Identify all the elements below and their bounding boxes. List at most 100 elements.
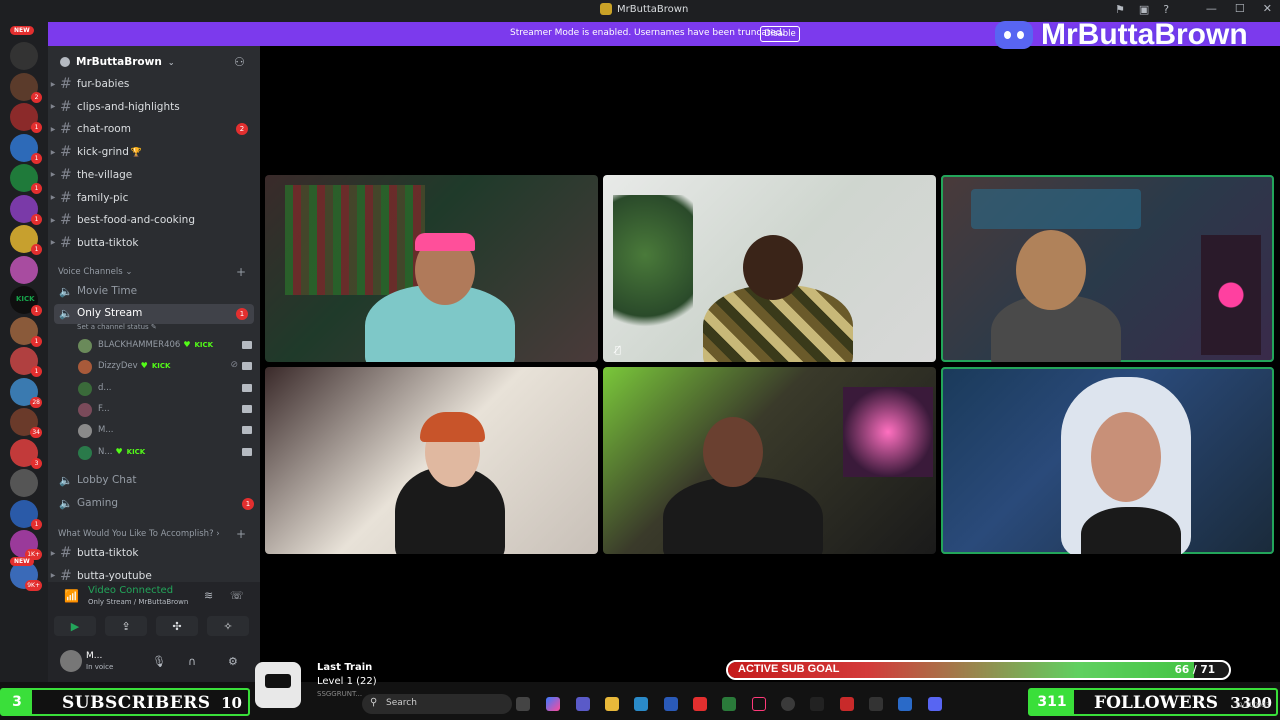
avatar [78, 445, 92, 460]
server-icon-1[interactable]: 2 [10, 72, 42, 103]
tiktok-icon[interactable] [752, 697, 766, 711]
video-tile-6[interactable] [941, 367, 1274, 554]
server-icon-11[interactable]: 28 [10, 377, 42, 408]
server-icon-5[interactable]: 1 [10, 194, 42, 225]
capcut-icon[interactable] [869, 697, 883, 711]
chevron-right-icon: ▶ [50, 80, 56, 88]
add-channel-icon[interactable]: + [236, 527, 246, 541]
add-channel-icon[interactable]: + [236, 265, 246, 279]
video-tile-4[interactable] [265, 367, 598, 554]
server-icon-8[interactable]: KICK 1 [10, 286, 42, 316]
channel-item[interactable]: ▶ # family-pic [48, 188, 260, 208]
app-logo-icon [600, 3, 612, 15]
voice-user[interactable]: BLACKHAMMER406 ♥ KICK [76, 336, 256, 356]
file-explorer-icon[interactable] [605, 697, 619, 711]
minimize-icon[interactable]: — [1206, 2, 1217, 15]
server-icon-4[interactable]: 1 [10, 164, 42, 194]
channel-item[interactable]: ▶ # chat-room 2 [48, 119, 260, 139]
headphones-icon[interactable]: ∩ [188, 655, 196, 668]
noise-suppression-icon[interactable]: ≋ [204, 589, 213, 602]
camera-button[interactable]: ▶ [54, 616, 96, 636]
channel-name: fur-babies [77, 78, 130, 90]
add-member-icon[interactable]: ⚇ [234, 56, 246, 68]
server-badge: 1 [31, 183, 42, 194]
server-icon-9[interactable]: 1 [10, 316, 42, 347]
voice-status-title[interactable]: Video Connected [88, 585, 173, 596]
voice-user[interactable]: N... ♥ KICK [76, 443, 256, 463]
channel-item[interactable]: ▶ # best-food-and-cooking [48, 210, 260, 230]
help-icon[interactable]: ? [1163, 3, 1169, 16]
kick-badge: KICK [151, 362, 171, 371]
server-icon-0[interactable] [10, 42, 38, 70]
train-user: SSGGRUNT... [317, 690, 363, 698]
server-icon-15[interactable]: 1 [10, 499, 42, 530]
voice-channel-movie-time[interactable]: 🔈 Movie Time [48, 282, 260, 302]
app-icon[interactable] [810, 697, 824, 711]
category-accomplish[interactable]: What Would You Like To Accomplish? › + [58, 527, 258, 541]
channel-item[interactable]: ▶ # clips-and-highlights [48, 97, 260, 117]
server-icon-6[interactable]: 1 [10, 225, 42, 255]
disable-button[interactable]: Disable [760, 26, 800, 42]
server-badge: 9K+ [25, 579, 42, 591]
store-icon[interactable] [664, 697, 678, 711]
discord-taskbar-icon[interactable] [928, 697, 942, 711]
server-icon-2[interactable]: 1 [10, 103, 42, 133]
server-icon-3[interactable]: 1 [10, 133, 42, 164]
video-tile-2[interactable]: 🎙̸ [603, 175, 936, 362]
screen-share-button[interactable]: ⇪ [105, 616, 147, 636]
voice-channel-lobby-chat[interactable]: 🔈 Lobby Chat [48, 471, 260, 491]
channel-item[interactable]: ▶ # butta-tiktok [48, 233, 260, 253]
server-icon-16[interactable]: 1K+ [10, 530, 42, 560]
voice-channel-only-stream[interactable]: 🔈 Only Stream 1 [54, 304, 254, 324]
avatar [78, 339, 92, 353]
microphone-icon[interactable]: 🎙 [152, 655, 166, 668]
server-icon-10[interactable]: 1 [10, 347, 42, 377]
voice-channel-gaming[interactable]: 🔈 Gaming 1 [48, 494, 260, 514]
voice-user[interactable]: DizzyDev ♥ KICK ⊘ [76, 357, 256, 377]
voice-user-name: BLACKHAMMER406 ♥ KICK [98, 340, 214, 350]
video-tile-1[interactable] [265, 175, 598, 362]
youtube-icon[interactable] [693, 697, 707, 711]
voice-user[interactable]: d... [76, 379, 256, 399]
voice-user[interactable]: F... [76, 400, 256, 420]
teams-icon[interactable] [576, 697, 590, 711]
voice-category[interactable]: Voice Channels ⌄ + [58, 265, 258, 279]
channel-item[interactable]: ▶ # butta-tiktok [48, 543, 260, 563]
taskbar-search[interactable]: ⚲ Search [362, 694, 512, 714]
channel-item[interactable]: ▶ # the-village [48, 165, 260, 185]
participant-hat [415, 233, 475, 251]
avatar[interactable] [60, 650, 82, 672]
window-controls: — ☐ ✕ [1206, 2, 1272, 15]
server-icon-14[interactable] [10, 469, 38, 497]
heart-icon: ♥ [140, 361, 148, 371]
channel-item[interactable]: ▶ # kick-grind 🏆 [48, 142, 260, 162]
copilot-icon[interactable] [546, 697, 560, 711]
video-tile-5[interactable] [603, 367, 936, 554]
voice-user[interactable]: M... [76, 421, 256, 441]
category-label: Voice Channels ⌄ [58, 267, 133, 277]
close-icon[interactable]: ✕ [1263, 2, 1272, 15]
excel-icon[interactable] [722, 697, 736, 711]
server-icon-7[interactable] [10, 255, 38, 284]
channel-item[interactable]: ▶ # fur-babies [48, 74, 260, 94]
streamlabs-icon[interactable] [840, 697, 854, 711]
soundboard-button[interactable]: ✧ [207, 616, 249, 636]
video-tile-3[interactable] [941, 175, 1274, 362]
gear-icon[interactable]: ⚙ [228, 655, 238, 668]
server-icon-12[interactable]: 34 [10, 408, 42, 438]
edge-icon[interactable] [634, 697, 648, 711]
activities-button[interactable]: ✣ [156, 616, 198, 636]
hash-icon: # [60, 166, 72, 183]
category-label: What Would You Like To Accomplish? › [58, 529, 220, 539]
screen-icon[interactable]: ▣ [1139, 3, 1149, 16]
disconnect-icon[interactable]: ☏ [230, 589, 244, 602]
obs-icon[interactable] [781, 697, 795, 711]
task-view-icon[interactable] [516, 697, 530, 711]
maximize-icon[interactable]: ☐ [1235, 2, 1245, 15]
channel-status[interactable]: Set a channel status ✎ [77, 323, 157, 331]
search-input[interactable]: Search [386, 698, 417, 708]
server-icon-13[interactable]: 3 [10, 438, 42, 469]
inbox-icon[interactable]: ⚑ [1115, 3, 1125, 16]
voice-user-name: N... ♥ KICK [98, 446, 146, 457]
app-icon-2[interactable] [898, 697, 912, 711]
